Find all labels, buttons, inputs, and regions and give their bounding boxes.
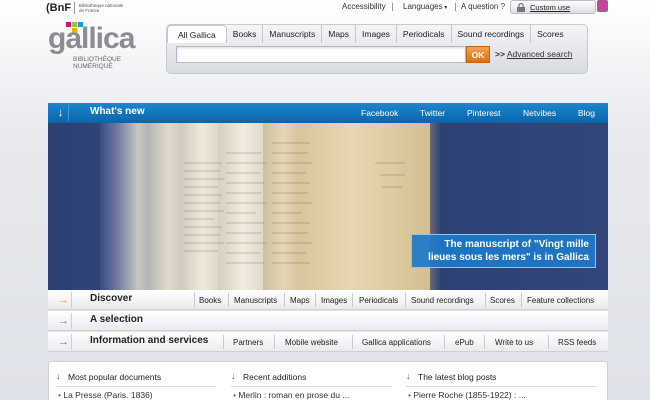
tab-sound-recordings[interactable]: Sound recordings <box>452 25 532 43</box>
arrow-right-icon[interactable]: → <box>56 334 72 350</box>
arrow-right-icon[interactable]: → <box>56 292 72 308</box>
info-link-write-to-us[interactable]: Write to us <box>495 338 533 347</box>
divider <box>405 293 406 307</box>
recent-additions-title[interactable]: Recent additions <box>243 372 306 382</box>
discover-link-manuscripts[interactable]: Manuscripts <box>234 296 277 305</box>
arrow-down-icon: ↓ <box>56 371 61 381</box>
tab-all-gallica[interactable]: All Gallica <box>167 25 227 43</box>
tab-scores[interactable]: Scores <box>531 25 569 43</box>
arrow-right-icon[interactable]: → <box>56 313 72 329</box>
divider <box>406 386 596 387</box>
divider <box>223 335 224 349</box>
arrow-down-icon: ↓ <box>231 371 236 381</box>
discover-label: Discover <box>90 293 133 304</box>
advanced-search-link[interactable]: >> Advanced search <box>495 49 573 59</box>
divider <box>521 293 522 307</box>
divider <box>194 293 195 307</box>
advanced-search-label: Advanced search <box>506 49 573 59</box>
tab-books[interactable]: Books <box>227 25 264 43</box>
popular-documents-title[interactable]: Most popular documents <box>68 372 161 382</box>
divider <box>56 386 216 387</box>
languages-menu[interactable]: Languages <box>403 2 447 13</box>
divider <box>231 386 391 387</box>
info-link-epub[interactable]: ePub <box>455 338 474 347</box>
search-ok-button[interactable]: OK <box>466 46 490 63</box>
tab-manuscripts[interactable]: Manuscripts <box>263 25 323 43</box>
discover-link-maps[interactable]: Maps <box>290 296 310 305</box>
basket-icon[interactable] <box>597 0 608 12</box>
tab-maps[interactable]: Maps <box>322 25 357 43</box>
divider <box>228 293 229 307</box>
discover-link-periodicals[interactable]: Periodicals <box>359 296 398 305</box>
divider <box>444 335 445 349</box>
recent-addition-item[interactable]: Merlin : roman en prose du ... <box>233 390 349 400</box>
custom-use-label: Custom use <box>530 2 571 12</box>
bnf-logo[interactable]: (BnF Bibliothèque nationale de France <box>46 2 129 14</box>
search-input[interactable] <box>176 46 466 63</box>
divider <box>485 293 486 307</box>
divider <box>352 293 353 307</box>
gallica-logo[interactable]: gallica BIBLIOTHÈQUE NUMÉRIQUE <box>48 22 158 74</box>
logo-word: gallica <box>48 22 135 55</box>
info-link-rss-feeds[interactable]: RSS feeds <box>558 338 596 347</box>
divider <box>455 3 456 11</box>
discover-link-feature-collections[interactable]: Feature collections <box>527 296 594 305</box>
latest-blog-posts-title[interactable]: The latest blog posts <box>418 372 496 382</box>
arrow-down-icon[interactable]: ↓ <box>53 105 69 121</box>
divider <box>284 293 285 307</box>
info-link-partners[interactable]: Partners <box>233 338 263 347</box>
accessibility-link[interactable]: Accessibility <box>342 2 386 12</box>
info-label: Information and services <box>90 335 209 346</box>
selection-label: A selection <box>90 314 143 325</box>
divider <box>315 293 316 307</box>
divider <box>352 335 353 349</box>
popular-document-item[interactable]: La Presse (Paris. 1836) <box>58 390 152 400</box>
question-link[interactable]: A question ? <box>461 2 505 12</box>
search-tabs: All Gallica Books Manuscripts Maps Image… <box>167 25 570 43</box>
divider <box>484 335 485 349</box>
bnf-subtitle: Bibliothèque nationale de France <box>79 3 124 13</box>
divider <box>274 335 275 349</box>
discover-link-sound-recordings[interactable]: Sound recordings <box>411 296 474 305</box>
divider <box>392 3 393 11</box>
bnf-mark: (BnF <box>46 2 76 14</box>
divider <box>548 335 549 349</box>
info-link-gallica-applications[interactable]: Gallica applications <box>362 338 431 347</box>
facebook-link[interactable]: Facebook <box>361 108 398 118</box>
arrow-down-icon: ↓ <box>406 371 411 381</box>
tab-periodicals[interactable]: Periodicals <box>397 25 452 43</box>
netvibes-link[interactable]: Netvibes <box>523 108 556 118</box>
pinterest-link[interactable]: Pinterest <box>467 108 501 118</box>
handwriting-lines <box>184 142 405 264</box>
custom-use-button[interactable]: Custom use <box>510 0 596 14</box>
tab-images[interactable]: Images <box>356 25 397 43</box>
twitter-link[interactable]: Twitter <box>420 108 445 118</box>
blog-link[interactable]: Blog <box>578 108 595 118</box>
lock-icon <box>517 2 525 12</box>
discover-link-scores[interactable]: Scores <box>490 296 515 305</box>
advanced-search-prefix: >> <box>495 49 505 59</box>
discover-link-books[interactable]: Books <box>199 296 221 305</box>
whats-new-title: What's new <box>90 106 145 117</box>
logo-subtitle: BIBLIOTHÈQUE NUMÉRIQUE <box>73 56 122 70</box>
discover-link-images[interactable]: Images <box>321 296 347 305</box>
hero-caption[interactable]: The manuscript of "Vingt mille lieues so… <box>411 234 596 268</box>
blog-post-item[interactable]: Pierre Roche (1855-1922) : ... <box>408 390 525 400</box>
info-link-mobile-website[interactable]: Mobile website <box>285 338 338 347</box>
